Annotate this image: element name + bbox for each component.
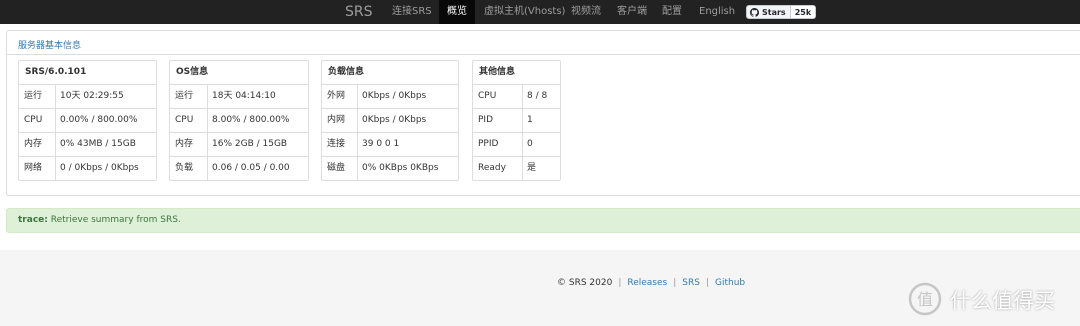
table-row: CPU 0.00% / 800.00%	[19, 109, 156, 133]
alert-text: Retrieve summary from SRS.	[50, 215, 181, 225]
row-value: 8.00% / 800.00%	[212, 115, 290, 125]
row-key: 负载	[175, 163, 194, 173]
table-row: 运行 10天 02:29:55	[19, 85, 156, 109]
row-value: 0.00% / 800.00%	[60, 115, 138, 125]
row-key: 内网	[327, 115, 346, 125]
nav-streams[interactable]: 视频流	[571, 0, 601, 24]
row-value: 是	[527, 163, 537, 173]
footer-divider: |	[673, 278, 677, 288]
footer-divider: |	[705, 278, 709, 288]
svg-text:值: 值	[917, 290, 933, 309]
row-key: 连接	[327, 139, 346, 149]
table-row: 内存 16% 2GB / 15GB	[170, 133, 308, 157]
footer-link-releases[interactable]: Releases	[627, 278, 667, 288]
table-row: 内网 0Kbps / 0Kbps	[322, 109, 458, 133]
footer-divider: |	[618, 278, 622, 288]
table-row: CPU 8.00% / 800.00%	[170, 109, 308, 133]
github-stars-button[interactable]: Stars	[746, 5, 791, 19]
card-title: 其他信息	[473, 61, 560, 85]
row-value: 16% 2GB / 15GB	[212, 139, 288, 149]
row-key: 网络	[24, 163, 43, 173]
nav-config[interactable]: 配置	[662, 0, 682, 24]
watermark-logo-icon: 值	[908, 282, 942, 316]
row-key: CPU	[478, 91, 497, 101]
row-key: 磁盘	[327, 163, 346, 173]
table-row: 负载 0.06 / 0.05 / 0.00	[170, 157, 308, 180]
table-row: 外网 0Kbps / 0Kbps	[322, 85, 458, 109]
table-row: 磁盘 0% 0KBps 0KBps	[322, 157, 458, 180]
row-value: 0	[527, 139, 533, 149]
github-stars-badge[interactable]: Stars 25k	[746, 5, 817, 19]
alert-level: trace:	[18, 215, 48, 225]
row-value: 10天 02:29:55	[60, 91, 124, 101]
row-value: 0 / 0Kbps / 0Kbps	[60, 163, 139, 173]
load-info-card: 负载信息 外网 0Kbps / 0Kbps 内网 0Kbps / 0Kbps 连接 3…	[321, 60, 459, 181]
row-key: 运行	[24, 91, 43, 101]
table-row: 网络 0 / 0Kbps / 0Kbps	[19, 157, 156, 180]
github-stars-label: Stars	[762, 7, 786, 17]
row-key: 外网	[327, 91, 346, 101]
row-value: 18天 04:14:10	[212, 91, 276, 101]
panel-heading: 服务器基本信息	[7, 31, 1080, 55]
table-row: PID 1	[473, 109, 560, 133]
row-key: CPU	[24, 115, 43, 125]
row-key: Ready	[478, 163, 506, 173]
navbar-brand[interactable]: SRS	[345, 0, 373, 24]
row-value: 0.06 / 0.05 / 0.00	[212, 163, 290, 173]
os-info-card: OS信息 运行 18天 04:14:10 CPU 8.00% / 800.00% 内…	[169, 60, 309, 181]
row-value: 0Kbps / 0Kbps	[362, 115, 427, 125]
footer-copyright: © SRS 2020	[557, 278, 613, 288]
row-value: 0% 43MB / 15GB	[60, 139, 136, 149]
card-title: SRS/6.0.101	[19, 61, 156, 85]
footer-link-github[interactable]: Github	[715, 278, 745, 288]
table-row: 连接 39 0 0 1	[322, 133, 458, 157]
nav-vhosts[interactable]: 虚拟主机(Vhosts)	[484, 0, 565, 24]
table-row: 内存 0% 43MB / 15GB	[19, 133, 156, 157]
github-stars-count[interactable]: 25k	[790, 5, 817, 19]
table-row: CPU 8 / 8	[473, 85, 560, 109]
row-value: 0Kbps / 0Kbps	[362, 91, 427, 101]
table-row: 运行 18天 04:14:10	[170, 85, 308, 109]
row-key: 内存	[175, 139, 194, 149]
github-icon	[750, 7, 759, 17]
nav-clients[interactable]: 客户端	[617, 0, 647, 24]
row-value: 8 / 8	[527, 91, 548, 101]
footer-line: © SRS 2020 | Releases | SRS | Github	[557, 278, 745, 288]
other-info-card: 其他信息 CPU 8 / 8 PID 1 PPID 0 Ready 是	[472, 60, 561, 181]
row-key: CPU	[175, 115, 194, 125]
srs-info-card: SRS/6.0.101 运行 10天 02:29:55 CPU 0.00% / 80…	[18, 60, 157, 181]
watermark-text: 什么值得买	[950, 289, 1055, 313]
nav-connect-srs[interactable]: 连接SRS	[392, 0, 432, 24]
card-title: 负载信息	[322, 61, 458, 85]
row-value: 39 0 0 1	[362, 139, 400, 149]
table-row: Ready 是	[473, 157, 560, 180]
footer-link-srs[interactable]: SRS	[682, 278, 700, 288]
trace-alert: trace: Retrieve summary from SRS.	[6, 208, 1080, 233]
card-title: OS信息	[170, 61, 308, 85]
row-key: 内存	[24, 139, 43, 149]
row-key: 运行	[175, 91, 194, 101]
row-value: 1	[527, 115, 533, 125]
row-key: PPID	[478, 139, 499, 149]
table-row: PPID 0	[473, 133, 560, 157]
panel-title: 服务器基本信息	[18, 41, 82, 51]
nav-overview[interactable]: 概览	[439, 0, 475, 24]
top-navbar: SRS 连接SRS 概览 虚拟主机(Vhosts) 视频流 客户端 配置 Eng…	[0, 0, 1080, 24]
alert-message: trace: Retrieve summary from SRS.	[18, 209, 181, 232]
row-value: 0% 0KBps 0KBps	[362, 163, 439, 173]
nav-english[interactable]: English	[699, 0, 735, 24]
row-key: PID	[478, 115, 494, 125]
